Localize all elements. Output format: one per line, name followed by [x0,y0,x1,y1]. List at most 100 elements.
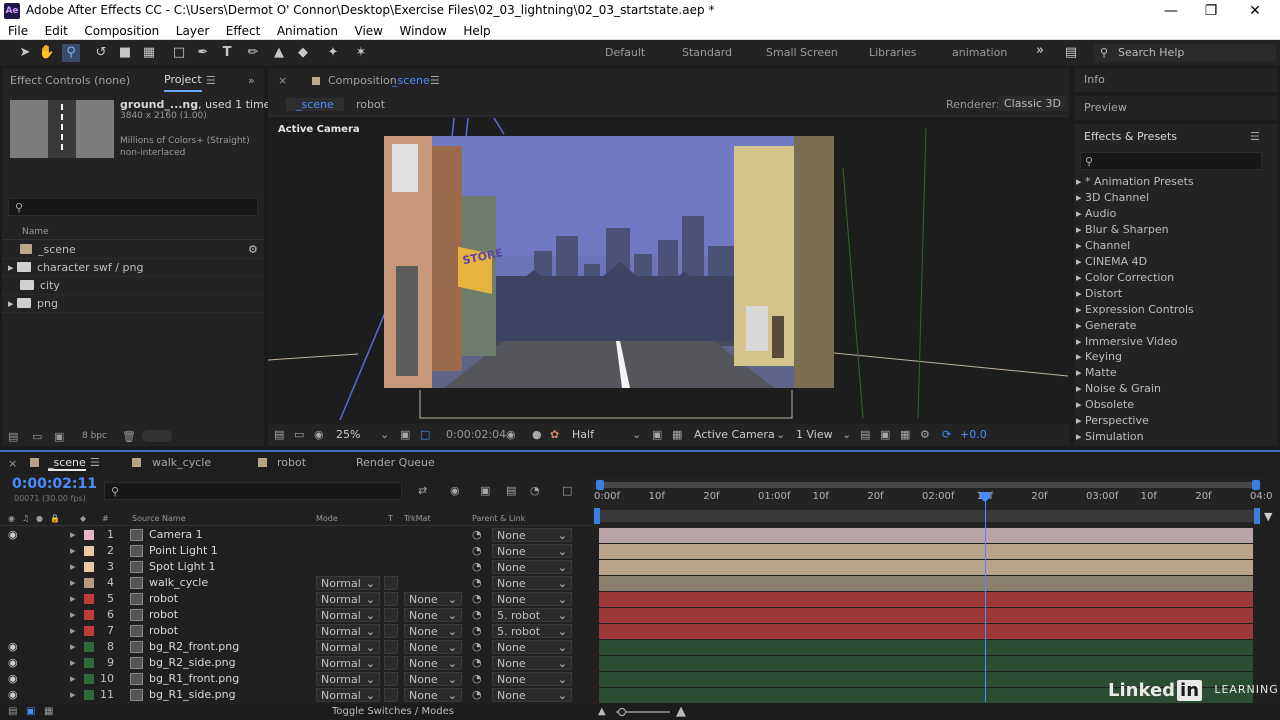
close-icon[interactable]: ✕ [1234,0,1276,22]
exposure-value[interactable]: +0.0 [960,424,987,446]
menu-animation[interactable]: Animation [272,22,343,40]
pick-whip-icon[interactable]: ◔ [472,543,482,559]
preserve-transparency-toggle[interactable] [384,688,398,702]
eye-icon[interactable]: ◉ [8,655,18,671]
layer-name[interactable]: robot [149,623,178,639]
blend-mode-dropdown[interactable]: Normal ⌄ [316,576,380,590]
effects-category[interactable]: ▸ Immersive Video [1076,334,1177,350]
expand-arrow-icon[interactable]: ▸ [1076,223,1082,236]
preview-panel[interactable]: Preview [1074,96,1278,120]
expand-arrow-icon[interactable]: ▸ [70,623,76,639]
eraser-tool-icon[interactable]: ◆ [294,44,312,62]
tab-render-queue[interactable]: Render Queue [356,456,435,469]
work-area-end[interactable] [1254,508,1260,524]
track-matte-dropdown[interactable]: None ⌄ [404,640,462,654]
layer-name[interactable]: walk_cycle [149,575,208,591]
layer-search-input[interactable]: ⚲ [104,482,402,500]
track-matte-dropdown[interactable]: None ⌄ [404,672,462,686]
menu-help[interactable]: Help [458,22,495,40]
pick-whip-icon[interactable]: ◔ [472,591,482,607]
vr-icon[interactable]: ◉ [314,424,324,446]
expand-arrow-icon[interactable]: ▸ [1076,414,1082,427]
eye-icon[interactable]: ◉ [8,687,18,703]
preserve-transparency-toggle[interactable] [384,672,398,686]
time-ruler[interactable]: 0:00f 10f 20f 01:00f 10f 20f 02:00f 10f 20f 03:00… [592,478,1272,528]
expand-arrow-icon[interactable]: ▸ [70,671,76,687]
expand-arrow-icon[interactable]: ▸ [1076,335,1082,348]
expand-arrow-icon[interactable]: ▸ [1076,239,1082,252]
bpc-button[interactable]: 8 bpc [82,431,107,441]
layer-label-color[interactable] [84,562,94,572]
expand-arrow-icon[interactable]: ▸ [1076,287,1082,300]
expand-arrow-icon[interactable]: ▸ [1076,207,1082,220]
pick-whip-icon[interactable]: ◔ [472,575,482,591]
blend-mode-dropdown[interactable]: Normal ⌄ [316,672,380,686]
current-time-display[interactable]: 0:00:02:04 [446,424,506,446]
reset-exposure-icon[interactable]: ⟳ [942,424,951,446]
layer-duration-bar[interactable] [599,640,1253,655]
layer-name[interactable]: bg_R1_front.png [149,671,239,687]
track-matte-dropdown[interactable]: None ⌄ [404,688,462,702]
close-tab-icon[interactable]: × [8,457,17,470]
effects-category[interactable]: ▸ Generate [1076,318,1136,334]
effects-category[interactable]: ▸ Obsolete [1076,397,1134,413]
preserve-transparency-toggle[interactable] [384,576,398,590]
trash-icon[interactable]: 🗑 [122,430,136,443]
shy-layers-icon[interactable]: ▣ [480,484,490,497]
project-search-input[interactable]: ⚲ [8,198,258,216]
current-time-timecode[interactable]: 0:00:02:11 [12,476,97,492]
transparency-grid-icon[interactable]: ▦ [672,424,682,446]
maximize-icon[interactable]: ❐ [1190,0,1232,22]
close-tab-icon[interactable]: × [278,68,287,94]
thumbnail-slider[interactable] [142,430,172,442]
layer-label-color[interactable] [84,626,94,636]
preserve-transparency-toggle[interactable] [384,640,398,654]
camera-view-dropdown[interactable]: Active Camera [694,424,775,446]
expand-arrow-icon[interactable]: ▸ [70,575,76,591]
chevron-down-icon[interactable]: ⌄ [632,424,641,446]
layer-duration-bar[interactable] [599,576,1253,591]
workspace-overflow-icon[interactable]: » [1036,43,1044,58]
pick-whip-icon[interactable]: ◔ [472,671,482,687]
view-layout-dropdown[interactable]: 1 View [796,424,833,446]
effects-category[interactable]: ▸ Keying [1076,349,1122,365]
expand-arrow-icon[interactable]: ▸ [1076,430,1082,443]
playhead-line[interactable] [985,494,986,702]
expand-arrow-icon[interactable]: ▸ [1076,366,1082,379]
toggle-pixel-aspect-icon[interactable]: ▤ [860,424,870,446]
resolution-dropdown[interactable]: Half [572,424,594,446]
workspace-default[interactable]: Default [605,46,645,59]
zoom-tool-icon[interactable]: ⚲ [62,44,80,62]
blend-mode-dropdown[interactable]: Normal ⌄ [316,656,380,670]
effects-category[interactable]: ▸ Matte [1076,365,1117,381]
blend-mode-dropdown[interactable]: Normal ⌄ [316,592,380,606]
expand-arrow-icon[interactable]: ▸ [1076,175,1082,188]
time-navigator[interactable] [596,482,1256,488]
toggle-switches-modes[interactable]: Toggle Switches / Modes [332,704,454,720]
layer-duration-bar[interactable] [599,560,1253,575]
composition-name[interactable]: _scene [392,68,430,94]
effects-category[interactable]: ▸ * Animation Presets [1076,174,1194,190]
menu-effect[interactable]: Effect [221,22,266,40]
expand-time-icon[interactable]: ▦ [44,704,53,720]
workspace-standard[interactable]: Standard [682,46,732,59]
layer-duration-bar[interactable] [599,528,1253,543]
layer-label-color[interactable] [84,530,94,540]
effects-category[interactable]: ▸ Audio [1076,206,1116,222]
menu-layer[interactable]: Layer [171,22,214,40]
hand-tool-icon[interactable]: ✋ [38,44,56,62]
expand-arrow-icon[interactable]: ▸ [1076,303,1082,316]
expand-arrow-icon[interactable]: ▸ [8,297,14,310]
new-folder-icon[interactable]: ▭ [32,430,42,443]
breadcrumb-scene[interactable]: _scene [286,98,344,111]
layer-label-color[interactable] [84,610,94,620]
layer-row[interactable]: ▸ 3 Spot Light 1 ◔ None ⌄ [0,559,592,575]
effects-category[interactable]: ▸ Blur & Sharpen [1076,222,1169,238]
parent-dropdown[interactable]: 5. robot ⌄ [492,608,572,622]
layer-row[interactable]: ▸ 4 walk_cycle Normal ⌄ ◔ None ⌄ [0,575,592,591]
search-help-field[interactable]: ⚲ Search Help [1094,44,1276,62]
effects-category[interactable]: ▸ CINEMA 4D [1076,254,1147,270]
menu-file[interactable]: File [3,22,33,40]
safe-margins-icon[interactable]: ▣ [400,424,410,446]
composition-mini-flowchart-icon[interactable]: ⇄ [418,484,427,497]
